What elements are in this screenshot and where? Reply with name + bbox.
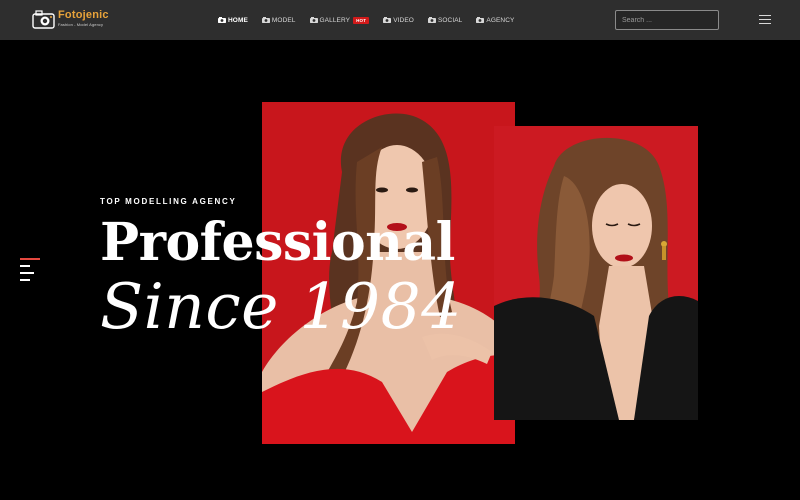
top-header: Fotojenic Fashion - Model Agency HOME MO… [0,0,800,40]
hot-badge: HOT [353,16,370,24]
nav-item-agency[interactable]: AGENCY [476,17,514,24]
camera-logo-icon [32,10,55,29]
nav-label: HOME [228,16,248,24]
brand-name: Fotojenic [58,9,109,21]
camera-icon [261,17,270,23]
model-photo-black-blazer [494,126,698,420]
hero-subline: Since 1984 [100,270,462,343]
side-menu-icon[interactable] [20,258,42,282]
nav-item-video[interactable]: VIDEO [383,17,414,24]
nav-item-gallery[interactable]: GALLERY HOT [309,16,370,24]
camera-icon [476,17,485,23]
nav-item-social[interactable]: SOCIAL [427,16,463,24]
nav-label: AGENCY [486,16,515,24]
hero-eyebrow: TOP MODELLING AGENCY [100,197,237,206]
camera-icon [427,17,436,23]
hamburger-icon[interactable] [759,15,771,25]
nav-label: VIDEO [393,16,414,24]
nav-label: GALLERY [319,16,351,24]
nav-item-home[interactable]: HOME [218,17,248,24]
camera-icon [309,17,318,23]
nav-label: SOCIAL [437,16,463,24]
camera-icon [383,17,392,23]
search-input[interactable] [615,10,719,30]
nav-item-model[interactable]: MODEL [261,16,296,24]
brand-tagline: Fashion - Model Agency [58,22,104,27]
main-nav: HOME MODEL GALLERY HOT VIDEO SOCIAL AGEN… [218,13,528,27]
hero-headline: Professional [100,212,455,273]
nav-label: MODEL [271,16,296,24]
camera-icon [218,17,226,23]
brand-logo[interactable]: Fotojenic Fashion - Model Agency [32,9,112,31]
